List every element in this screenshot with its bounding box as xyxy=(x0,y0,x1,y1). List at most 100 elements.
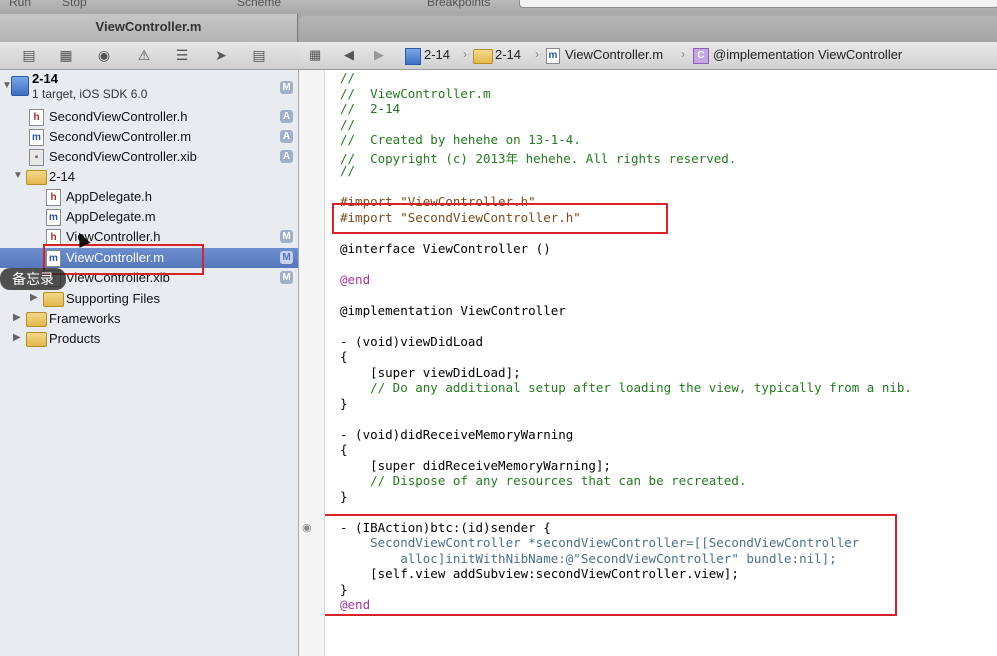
symbol-navigator-icon[interactable]: ▦ xyxy=(57,47,75,63)
header-file-icon: h xyxy=(29,109,44,126)
breakpoint-navigator-icon[interactable]: ➤ xyxy=(212,47,230,63)
scheme-label[interactable]: Scheme xyxy=(237,0,281,9)
project-icon xyxy=(405,48,421,65)
editor-gutter[interactable]: ◉ xyxy=(299,70,325,656)
code-line: // Created by hehehe on 13-1-4. xyxy=(340,132,581,147)
tab-bar: ViewController.m xyxy=(0,14,997,43)
stop-label[interactable]: Stop xyxy=(62,0,87,9)
code-line: } xyxy=(340,395,348,411)
xib-file-icon: ▪ xyxy=(29,149,44,166)
code-line: [super viewDidLoad]; xyxy=(340,364,521,380)
scm-badge: A xyxy=(280,150,293,163)
group-row[interactable]: ▶ Products xyxy=(0,329,298,349)
file-row[interactable]: h AppDelegate.h xyxy=(0,187,298,207)
project-name: 2-14 xyxy=(32,71,59,86)
code-line: { xyxy=(340,442,348,457)
source-editor[interactable]: // // ViewController.m // 2-14 // // Cre… xyxy=(325,70,997,656)
tooltip: 备忘录 xyxy=(0,268,66,290)
implementation-file-icon: m xyxy=(546,48,560,64)
breadcrumb-project[interactable]: 2-14 xyxy=(424,47,450,62)
project-navigator-icon[interactable]: ▤ xyxy=(20,47,38,63)
scm-badge: A xyxy=(280,110,293,123)
group-row[interactable]: ▼ 2-14 xyxy=(0,167,298,187)
activity-view xyxy=(519,0,997,8)
code-line: // xyxy=(340,70,356,85)
file-name: AppDelegate.m xyxy=(66,209,156,224)
connection-dot-icon[interactable]: ◉ xyxy=(302,521,312,534)
group-name: Frameworks xyxy=(49,311,121,326)
jump-bar: ▦ ◀ ▶ 2-14 › 2-14 › m ViewController.m ›… xyxy=(299,42,997,70)
disclosure-closed-icon[interactable]: ▶ xyxy=(13,332,21,343)
class-icon: C xyxy=(693,48,709,64)
breadcrumb-group[interactable]: 2-14 xyxy=(495,47,521,62)
debug-navigator-icon[interactable]: ☰ xyxy=(173,47,191,63)
code-line: [super didReceiveMemoryWarning]; xyxy=(340,457,611,473)
code-line: @implementation ViewController xyxy=(340,302,566,318)
folder-icon xyxy=(26,332,47,347)
breadcrumb-symbol[interactable]: @implementation ViewController xyxy=(713,47,902,62)
scm-badge: M xyxy=(280,81,293,94)
project-icon xyxy=(11,76,29,96)
code-line: // Do any additional setup after loading… xyxy=(340,380,912,395)
code-line: } xyxy=(340,488,348,504)
folder-icon xyxy=(26,170,47,185)
issue-navigator-icon[interactable]: ⚠ xyxy=(135,47,153,63)
group-name: Products xyxy=(49,331,101,346)
breakpoints-label[interactable]: Breakpoints xyxy=(427,0,490,9)
file-row[interactable]: m AppDelegate.m xyxy=(0,207,298,227)
code-line: // xyxy=(340,116,356,132)
project-navigator: ▼ 2-14 1 target, iOS SDK 6.0 M h SecondV… xyxy=(0,70,299,656)
highlight-box-selected-file xyxy=(43,244,204,275)
highlight-box-ibaction xyxy=(325,514,897,616)
tab-viewcontroller-m[interactable]: ViewController.m xyxy=(0,14,298,42)
code-line: { xyxy=(340,349,348,364)
breadcrumb-file[interactable]: ViewController.m xyxy=(565,47,663,62)
scm-badge: M xyxy=(280,271,293,284)
code-line: // 2-14 xyxy=(340,101,401,116)
file-name: AppDelegate.h xyxy=(66,189,153,204)
run-label[interactable]: Run xyxy=(9,0,31,9)
group-row[interactable]: ▶ Supporting Files xyxy=(0,289,298,309)
code-line: @end xyxy=(340,271,371,287)
file-name: SecondViewController.xib xyxy=(49,149,197,164)
group-name: 2-14 xyxy=(49,169,76,184)
file-row[interactable]: h SecondViewController.h A xyxy=(0,107,298,127)
forward-arrow-icon[interactable]: ▶ xyxy=(374,47,384,63)
navigator-selector-bar: ▤ ▦ ◉ ⚠ ☰ ➤ ▤ xyxy=(0,42,299,70)
code-line: @interface ViewController () xyxy=(340,240,551,256)
project-subtitle: 1 target, iOS SDK 6.0 xyxy=(32,87,148,101)
tab-empty-area xyxy=(299,16,997,42)
group-row[interactable]: ▶ Frameworks xyxy=(0,309,298,329)
chevron-right-icon: › xyxy=(463,47,467,61)
header-file-icon: h xyxy=(46,189,61,206)
back-arrow-icon[interactable]: ◀ xyxy=(344,47,354,63)
scm-badge: M xyxy=(280,230,293,243)
folder-icon xyxy=(26,312,47,327)
code-line: // Copyright (c) 2013年 hehehe. All right… xyxy=(340,150,737,166)
disclosure-closed-icon[interactable]: ▶ xyxy=(30,292,38,303)
toolbar: Run Stop Scheme Breakpoints xyxy=(0,0,997,14)
disclosure-open-icon[interactable]: ▼ xyxy=(13,170,23,181)
code-line: - (void)didReceiveMemoryWarning xyxy=(340,426,574,442)
file-name: SecondViewController.h xyxy=(49,109,188,124)
chevron-right-icon: › xyxy=(535,47,539,61)
related-items-icon[interactable]: ▦ xyxy=(309,47,321,63)
code-line: // Dispose of any resources that can be … xyxy=(340,473,747,488)
implementation-file-icon: m xyxy=(46,209,61,226)
file-name: SecondViewController.m xyxy=(49,129,192,144)
code-line: // ViewController.m xyxy=(340,85,491,101)
file-row[interactable]: m SecondViewController.m A xyxy=(0,127,298,147)
scm-badge: M xyxy=(280,251,293,264)
search-navigator-icon[interactable]: ◉ xyxy=(95,47,113,63)
group-name: Supporting Files xyxy=(66,291,160,306)
scm-badge: A xyxy=(280,130,293,143)
highlight-box-import xyxy=(332,203,668,234)
chevron-right-icon: › xyxy=(681,47,685,61)
folder-icon xyxy=(473,49,493,64)
disclosure-closed-icon[interactable]: ▶ xyxy=(13,312,21,323)
implementation-file-icon: m xyxy=(29,129,44,146)
log-navigator-icon[interactable]: ▤ xyxy=(250,47,268,63)
file-row[interactable]: ▪ SecondViewController.xib A xyxy=(0,147,298,167)
project-row[interactable]: ▼ 2-14 1 target, iOS SDK 6.0 M xyxy=(0,70,298,104)
code-line: - (void)viewDidLoad xyxy=(340,333,483,349)
